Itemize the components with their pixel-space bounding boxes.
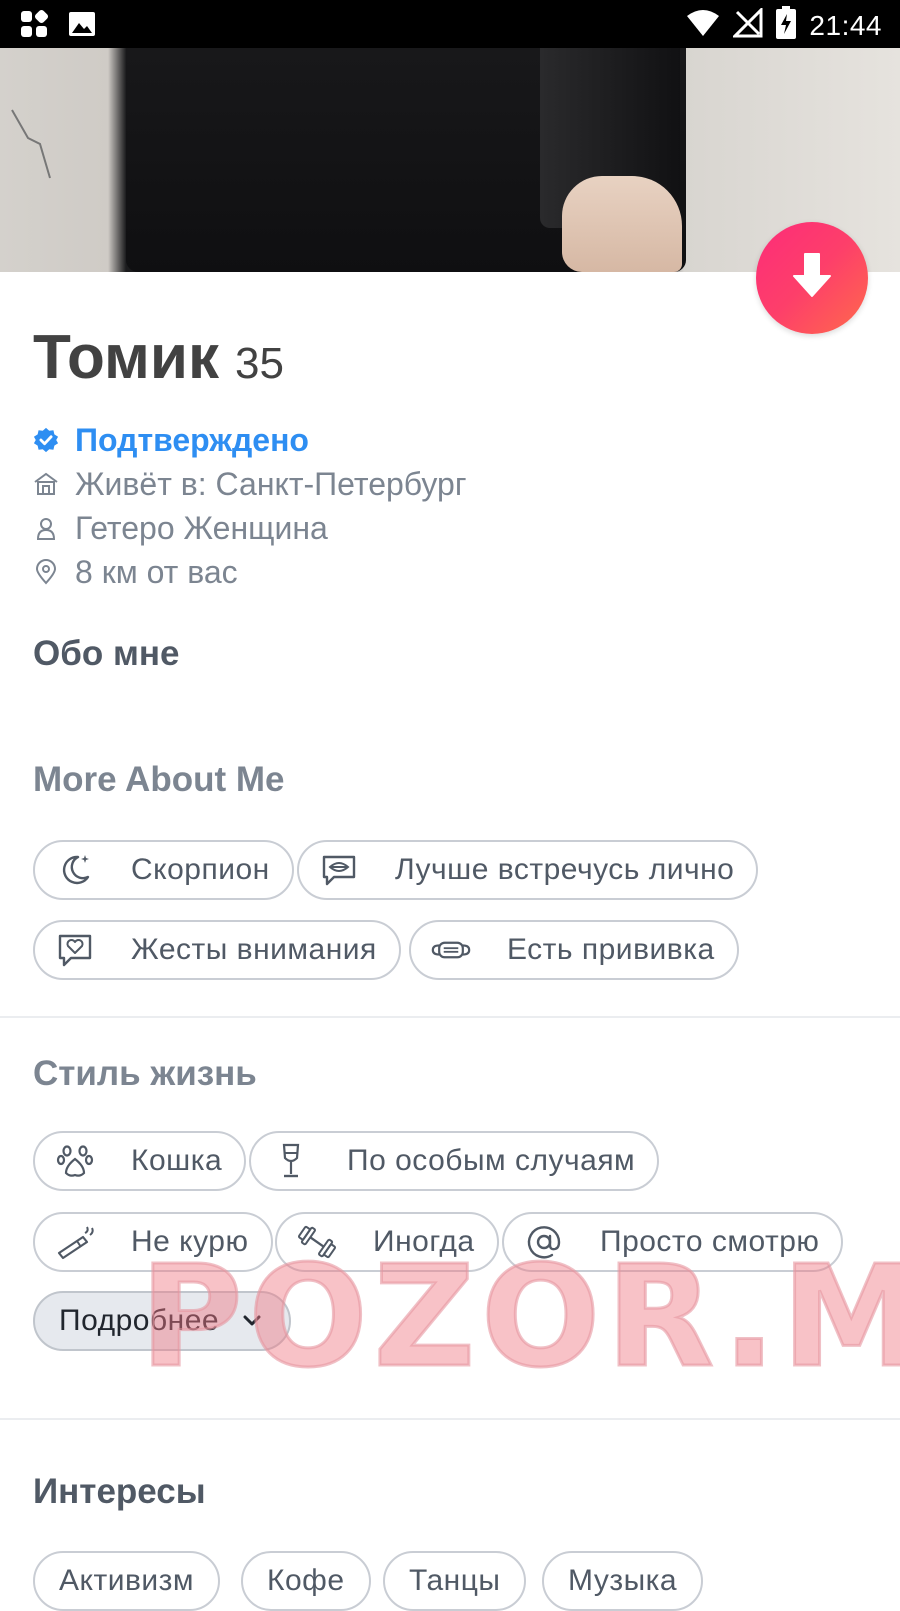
chip-label: Скорпион xyxy=(131,853,270,886)
chip-label: Лучше встречусь лично xyxy=(395,853,735,886)
arrow-down-icon xyxy=(790,252,834,305)
moon-stars-icon xyxy=(55,850,95,890)
show-more-button[interactable]: Подробнее xyxy=(33,1291,292,1351)
chip-love-style: Жесты внимания xyxy=(33,920,401,980)
chip-pets: Кошка xyxy=(33,1131,247,1191)
interest-chip: Музыка xyxy=(542,1551,704,1611)
app-grid-icon xyxy=(18,8,50,45)
distance-row: 8 км от вас xyxy=(33,550,467,594)
chip-smoking: Не курю xyxy=(33,1212,273,1272)
heart-bubble-icon xyxy=(55,930,95,970)
chip-label: Жесты внимания xyxy=(131,933,377,966)
battery-charging-icon xyxy=(775,6,797,45)
lives-in-text: Живёт в: Санкт-Петербург xyxy=(75,465,467,502)
cigarette-icon xyxy=(55,1222,95,1262)
wall-crack xyxy=(11,109,51,179)
status-bar: 21:44 xyxy=(0,0,900,48)
collapse-profile-button[interactable] xyxy=(756,222,868,334)
dumbbell-icon xyxy=(297,1222,337,1262)
chip-label: По особым случаям xyxy=(347,1144,636,1177)
show-more-label: Подробнее xyxy=(59,1304,220,1337)
paw-icon xyxy=(55,1141,95,1181)
wine-glass-icon xyxy=(271,1141,311,1181)
profile-photo[interactable] xyxy=(0,48,900,272)
clock: 21:44 xyxy=(809,9,882,41)
chevron-down-icon xyxy=(241,1309,265,1333)
person-icon xyxy=(33,515,59,541)
chip-communication: Лучше встречусь лично xyxy=(297,840,759,900)
chip-label: Просто смотрю xyxy=(600,1225,820,1258)
chip-label: Иногда xyxy=(373,1225,475,1258)
profile-age: 35 xyxy=(235,339,284,388)
chip-label: Кошка xyxy=(131,1144,223,1177)
profile-info: Подтверждено Живёт в: Санкт-Петербург Ге… xyxy=(33,418,467,594)
section-divider xyxy=(0,1016,900,1018)
chip-zodiac: Скорпион xyxy=(33,840,294,900)
about-title: Обо мне xyxy=(33,634,180,673)
interest-label: Кофе xyxy=(267,1564,345,1597)
interests-title: Интересы xyxy=(33,1472,206,1511)
chip-workout: Иногда xyxy=(275,1212,499,1272)
location-pin-icon xyxy=(33,559,59,585)
profile-name: Томик xyxy=(33,323,220,392)
photo-hand xyxy=(562,176,682,272)
verified-badge-icon xyxy=(33,427,59,453)
image-icon xyxy=(66,8,98,45)
chip-label: Есть прививка xyxy=(507,933,715,966)
at-sign-icon xyxy=(524,1222,564,1262)
interest-chip: Активизм xyxy=(33,1551,221,1611)
face-mask-icon xyxy=(431,930,471,970)
distance-text: 8 км от вас xyxy=(75,553,238,590)
interest-label: Музыка xyxy=(568,1564,678,1597)
chip-social-media: Просто смотрю xyxy=(502,1212,844,1272)
orientation-row: Гетеро Женщина xyxy=(33,506,467,550)
section-divider xyxy=(0,1418,900,1420)
no-signal-icon xyxy=(731,6,763,43)
interest-label: Танцы xyxy=(409,1564,501,1597)
name-age-row: Томик 35 xyxy=(33,322,284,393)
interest-label: Активизм xyxy=(59,1564,195,1597)
chip-vaccine: Есть прививка xyxy=(409,920,739,980)
verified-label: Подтверждено xyxy=(75,421,309,458)
more-about-title: More About Me xyxy=(33,760,285,799)
interest-chip: Танцы xyxy=(383,1551,527,1611)
wifi-icon xyxy=(685,8,721,43)
chip-label: Не курю xyxy=(131,1225,249,1258)
home-icon xyxy=(33,471,59,497)
orientation-text: Гетеро Женщина xyxy=(75,509,328,546)
chat-bubble-icon xyxy=(319,850,359,890)
lifestyle-title: Стиль жизнь xyxy=(33,1054,257,1093)
lives-in-row: Живёт в: Санкт-Петербург xyxy=(33,462,467,506)
verified-row: Подтверждено xyxy=(33,418,467,462)
chip-drinking: По особым случаям xyxy=(249,1131,660,1191)
interest-chip: Кофе xyxy=(241,1551,371,1611)
